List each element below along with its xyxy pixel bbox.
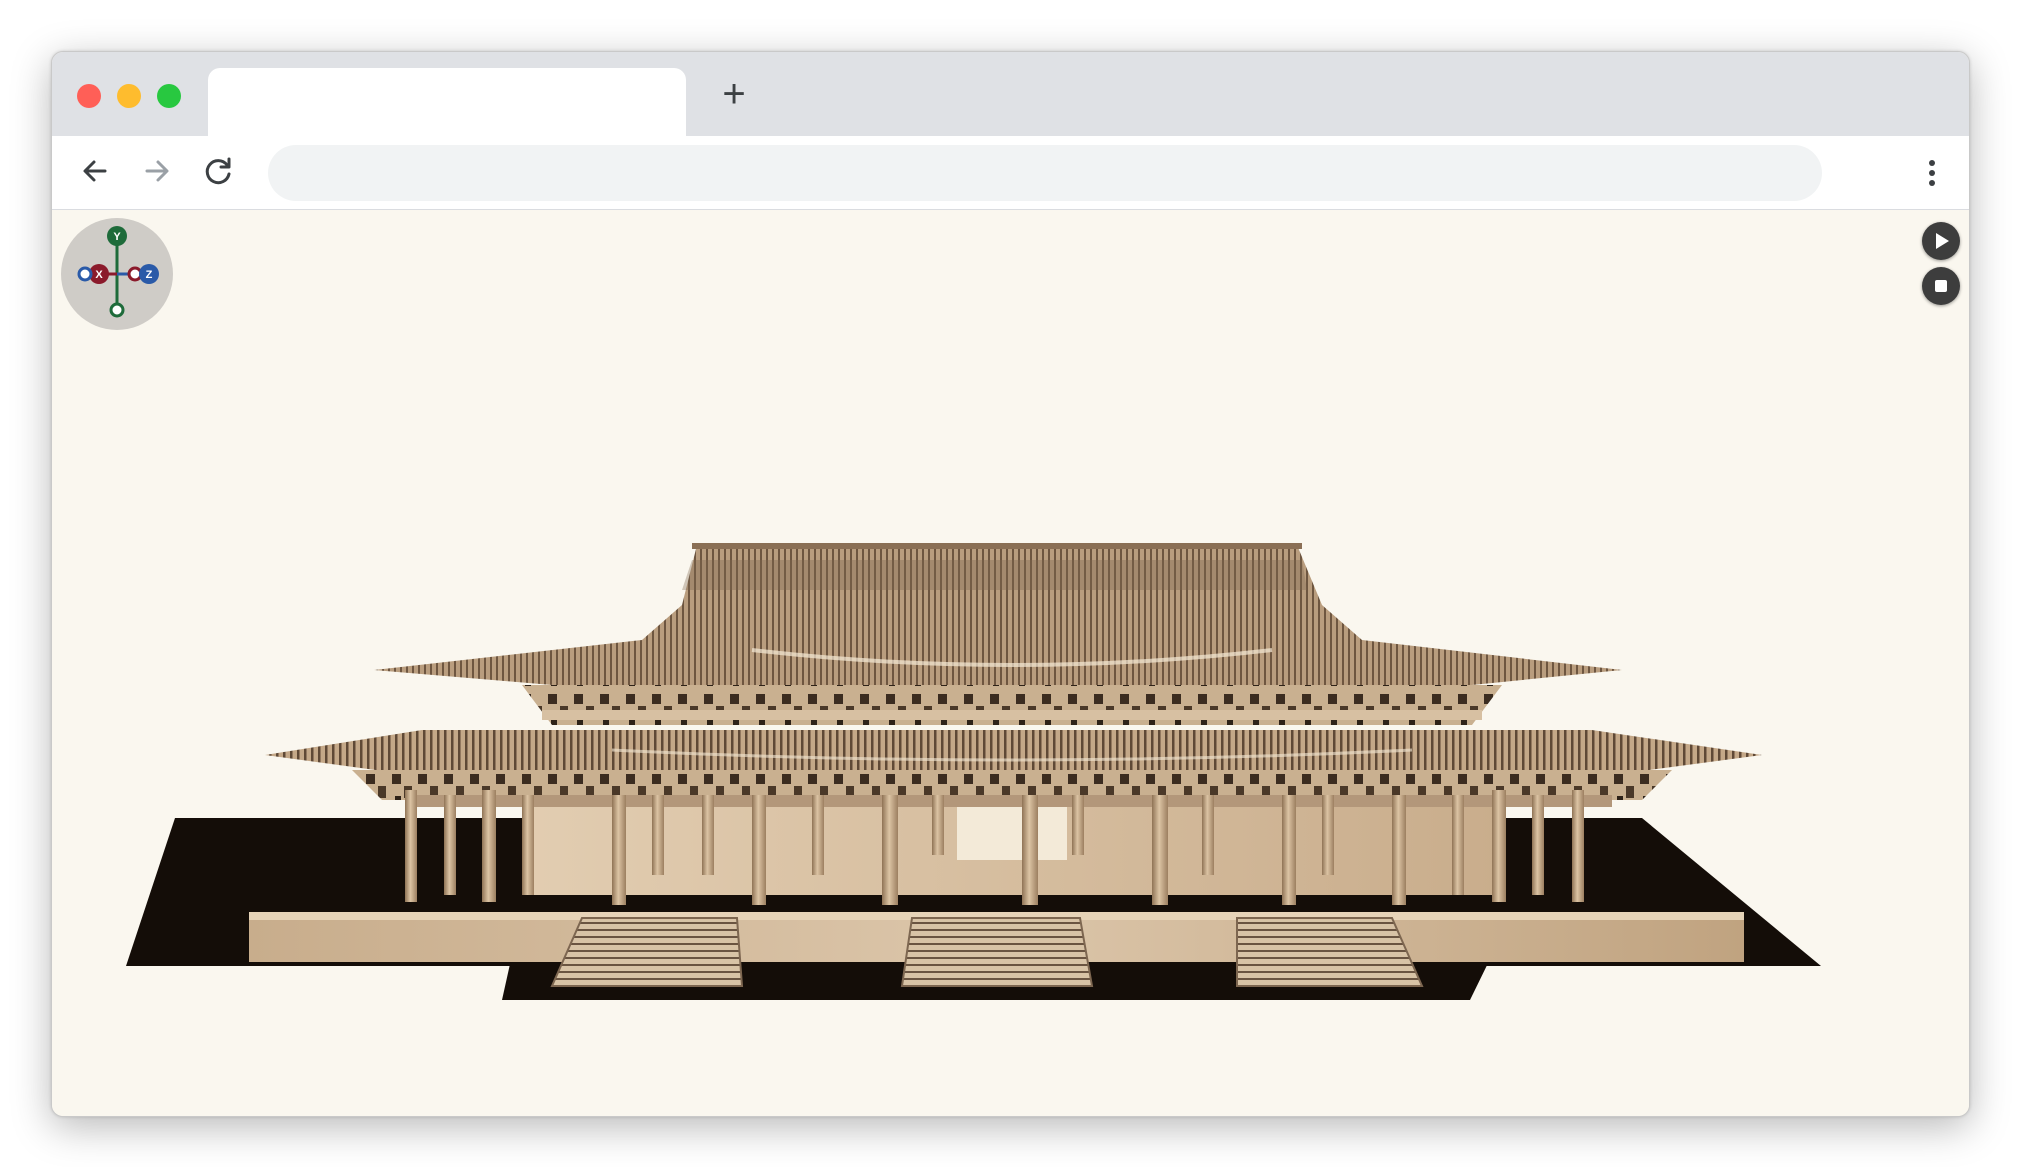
browser-toolbar bbox=[52, 136, 1969, 210]
axis-label-y: Y bbox=[113, 231, 121, 243]
axis-label-x: X bbox=[95, 269, 103, 281]
stop-button[interactable] bbox=[1922, 267, 1960, 305]
close-window-button[interactable] bbox=[77, 84, 101, 108]
maximize-window-button[interactable] bbox=[157, 84, 181, 108]
more-vertical-icon bbox=[1929, 160, 1935, 186]
forward-button[interactable] bbox=[134, 148, 180, 194]
reload-icon bbox=[205, 157, 231, 185]
play-button[interactable] bbox=[1922, 222, 1960, 260]
arrow-left-icon bbox=[83, 160, 107, 182]
tab-bar: + bbox=[52, 52, 1969, 136]
back-button[interactable] bbox=[72, 148, 118, 194]
3d-viewport[interactable]: Y X Z bbox=[52, 210, 1969, 1116]
play-icon bbox=[1936, 233, 1949, 249]
browser-window: + Y X Z bbox=[51, 51, 1970, 1117]
address-bar[interactable] bbox=[268, 145, 1822, 201]
browser-menu-button[interactable] bbox=[1917, 150, 1947, 196]
minimize-window-button[interactable] bbox=[117, 84, 141, 108]
reload-button[interactable] bbox=[196, 148, 242, 194]
temple-model[interactable] bbox=[52, 210, 1969, 1116]
arrow-right-icon bbox=[145, 160, 169, 182]
active-tab[interactable] bbox=[208, 68, 686, 136]
stop-icon bbox=[1935, 280, 1947, 292]
plus-icon: + bbox=[722, 72, 746, 116]
axis-gizmo[interactable]: Y X Z bbox=[61, 218, 173, 330]
axis-label-z: Z bbox=[146, 269, 153, 281]
new-tab-button[interactable]: + bbox=[712, 72, 756, 116]
